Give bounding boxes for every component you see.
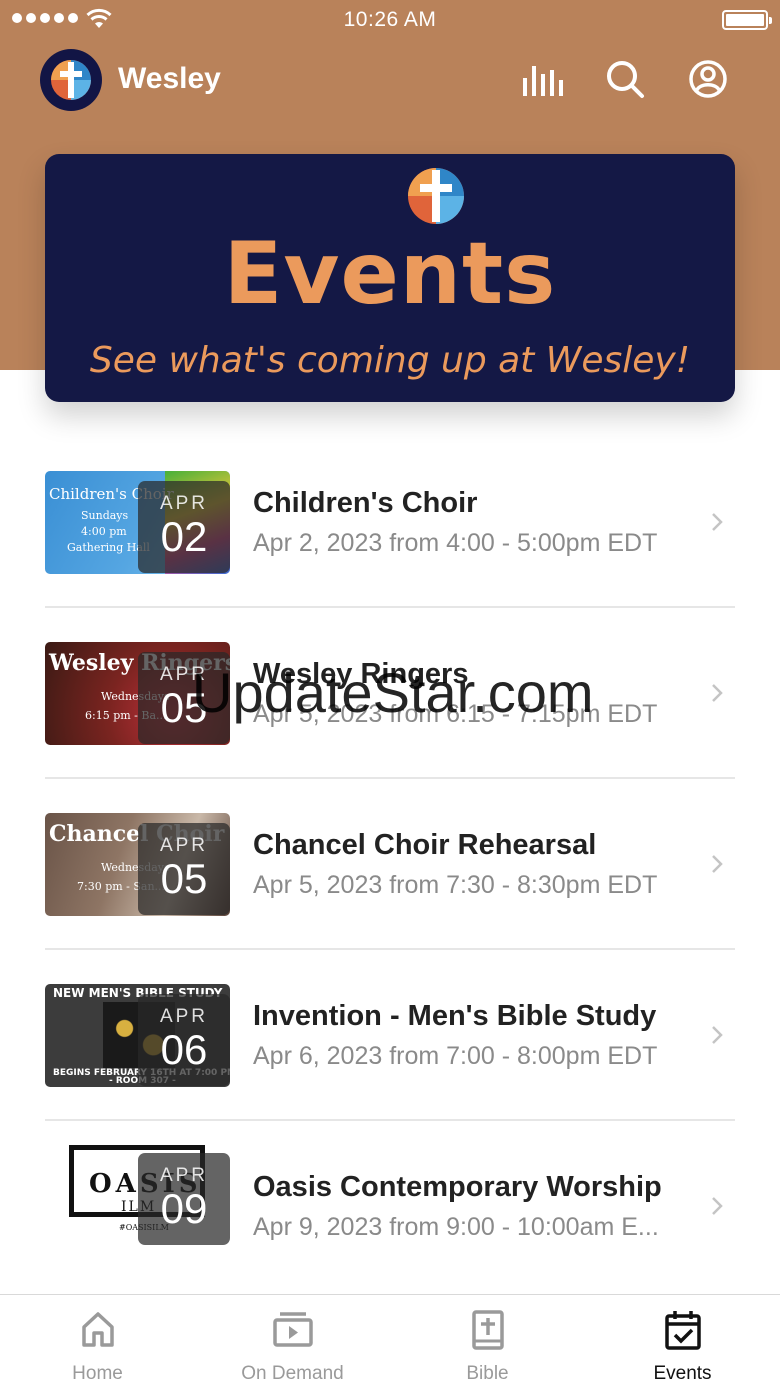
event-row[interactable]: Children's Choir Sundays 4:00 pm Gatheri… <box>45 437 735 608</box>
tab-events[interactable]: Events <box>585 1295 780 1387</box>
date-badge: APR 05 <box>138 823 230 915</box>
event-row[interactable]: Wesley Ringers Wednesdays 6:15 pm - Ba..… <box>45 608 735 779</box>
date-badge: APR 05 <box>138 652 230 744</box>
event-time: Apr 5, 2023 from 7:30 - 8:30pm EDT <box>253 871 658 899</box>
event-time: Apr 6, 2023 from 7:00 - 8:00pm EDT <box>253 1042 658 1070</box>
event-time: Apr 5, 2023 from 6:15 - 7:15pm EDT <box>253 700 658 728</box>
event-list: Children's Choir Sundays 4:00 pm Gatheri… <box>45 437 735 1292</box>
date-badge: APR 02 <box>138 481 230 573</box>
on-demand-icon <box>272 1312 313 1347</box>
chevron-right-icon <box>712 684 723 702</box>
banner-subtitle: See what's coming up at Wesley! <box>89 340 691 381</box>
church-logo[interactable] <box>40 49 102 111</box>
status-time: 10:26 AM <box>343 8 437 31</box>
event-thumbnail: Wesley Ringers Wednesdays 6:15 pm - Ba..… <box>45 642 230 745</box>
tab-bar: Home On Demand Bible Events <box>0 1294 780 1387</box>
chevron-right-icon <box>712 1197 723 1215</box>
audio-bars-icon <box>523 66 563 96</box>
event-title: Invention - Men's Bible Study <box>253 1000 657 1032</box>
tab-on-demand[interactable]: On Demand <box>195 1295 390 1387</box>
user-icon <box>689 60 727 98</box>
bible-icon <box>471 1310 504 1350</box>
banner-logo <box>406 166 466 226</box>
profile-button[interactable] <box>685 56 731 102</box>
event-time: Apr 2, 2023 from 4:00 - 5:00pm EDT <box>253 529 658 557</box>
date-badge: APR 06 <box>138 994 230 1086</box>
event-thumbnail: Chancel Choir Wednesdays 7:30 pm - San..… <box>45 813 230 916</box>
tab-home[interactable]: Home <box>0 1295 195 1387</box>
event-title: Children's Choir <box>253 487 478 519</box>
calendar-icon <box>664 1311 701 1350</box>
event-title: Wesley Ringers <box>253 658 469 690</box>
event-row[interactable]: OASIS ILM #OASISILM APR 09 Oasis Contemp… <box>45 1121 735 1292</box>
audio-button[interactable] <box>520 56 566 102</box>
event-thumbnail: NEW MEN'S BIBLE STUDY BEGINS FEBRUARY 16… <box>45 984 230 1087</box>
event-row[interactable]: Chancel Choir Wednesdays 7:30 pm - San..… <box>45 779 735 950</box>
search-icon <box>607 61 644 98</box>
event-thumbnail: OASIS ILM #OASISILM APR 09 <box>45 1139 230 1257</box>
top-bar: Wesley <box>0 46 780 114</box>
banner-title: Events <box>223 224 557 324</box>
events-banner: Events See what's coming up at Wesley! <box>45 154 735 402</box>
event-thumbnail: Children's Choir Sundays 4:00 pm Gatheri… <box>45 471 230 574</box>
status-bar: 10:26 AM <box>0 0 780 40</box>
event-row[interactable]: NEW MEN'S BIBLE STUDY BEGINS FEBRUARY 16… <box>45 950 735 1121</box>
date-badge: APR 09 <box>138 1153 230 1245</box>
event-title: Oasis Contemporary Worship <box>253 1171 662 1203</box>
tab-bible[interactable]: Bible <box>390 1295 585 1387</box>
search-button[interactable] <box>602 56 648 102</box>
event-time: Apr 9, 2023 from 9:00 - 10:00am E... <box>253 1213 659 1241</box>
chevron-right-icon <box>712 1026 723 1044</box>
home-icon <box>81 1312 114 1347</box>
chevron-right-icon <box>712 855 723 873</box>
event-title: Chancel Choir Rehearsal <box>253 829 597 861</box>
battery-icon <box>722 10 772 30</box>
chevron-right-icon <box>712 513 723 531</box>
app-title: Wesley <box>118 62 221 95</box>
